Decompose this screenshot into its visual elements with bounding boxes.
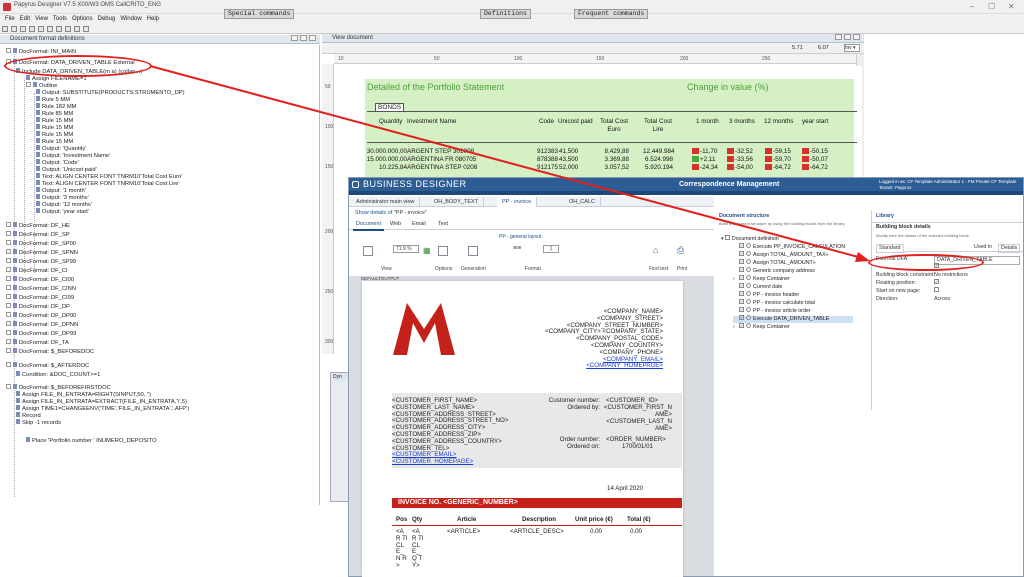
annotation-arrow bbox=[149, 65, 870, 262]
